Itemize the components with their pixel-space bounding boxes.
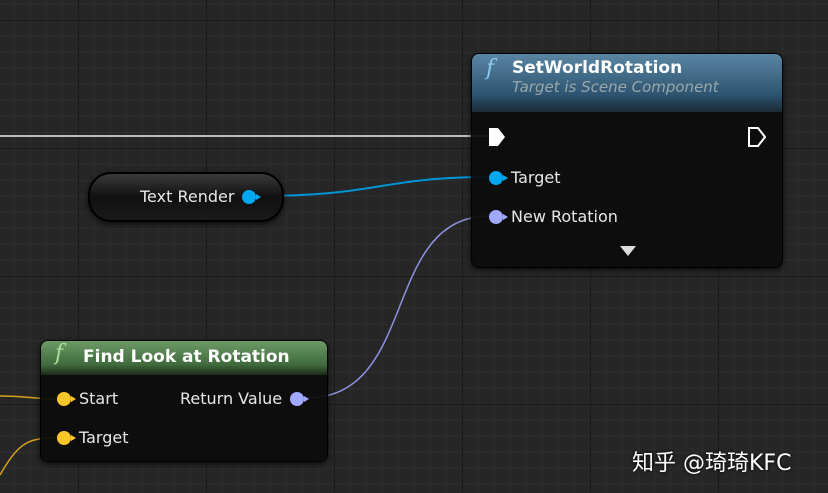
node-title: SetWorldRotation <box>512 58 683 78</box>
return-value-pin[interactable]: Return Value <box>180 389 312 408</box>
set-world-rotation-node[interactable]: f SetWorldRotation Target is Scene Compo… <box>471 53 783 268</box>
vector-pin-icon <box>57 391 76 406</box>
target-pin[interactable]: Target <box>489 168 561 187</box>
text-render-output[interactable]: Text Render <box>140 187 264 206</box>
node-header: f Find Look at Rotation <box>41 341 327 375</box>
exec-out-pin-icon[interactable] <box>748 127 766 147</box>
exec-in-pin-icon[interactable] <box>488 127 506 147</box>
node-title: Find Look at Rotation <box>83 347 290 367</box>
node-subtitle: Target is Scene Component <box>512 78 719 96</box>
expand-arrow-icon[interactable] <box>620 246 636 256</box>
pin-label: New Rotation <box>511 207 618 226</box>
object-pin-icon <box>242 189 262 204</box>
pin-label: Start <box>79 389 119 408</box>
pin-label: Return Value <box>180 389 283 408</box>
watermark: 知乎 @琦琦KFC <box>632 451 792 476</box>
function-icon: f <box>486 56 495 81</box>
variable-label: Text Render <box>140 187 235 206</box>
find-look-at-rotation-node[interactable]: f Find Look at Rotation Start Target Ret… <box>40 340 328 462</box>
target-pin[interactable]: Target <box>57 428 129 447</box>
new-rotation-pin[interactable]: New Rotation <box>489 207 618 226</box>
target-wire[interactable] <box>256 176 491 197</box>
rotator-pin-icon <box>290 391 310 406</box>
object-pin-icon <box>489 170 508 185</box>
node-header: f SetWorldRotation Target is Scene Compo… <box>472 54 782 112</box>
text-render-node[interactable]: Text Render <box>88 172 284 222</box>
pin-label: Target <box>79 428 129 447</box>
rotation-wire[interactable] <box>305 215 491 399</box>
function-icon: f <box>55 341 64 366</box>
start-pin[interactable]: Start <box>57 389 118 408</box>
rotator-pin-icon <box>489 209 508 224</box>
vector-pin-icon <box>57 430 76 445</box>
pin-label: Target <box>511 168 561 187</box>
